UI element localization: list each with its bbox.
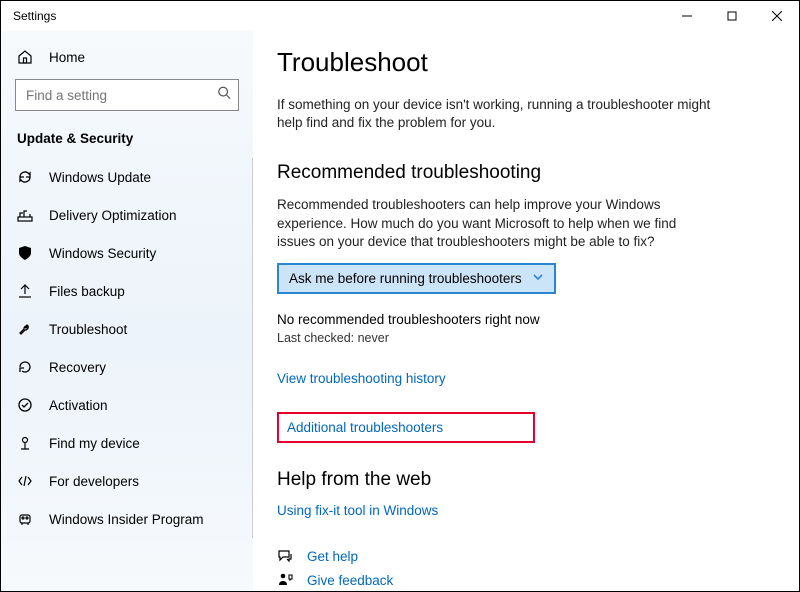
sidebar-item-label: Activation: [49, 398, 108, 413]
home-nav[interactable]: Home: [1, 39, 253, 75]
troubleshoot-preference-dropdown[interactable]: Ask me before running troubleshooters: [277, 263, 556, 294]
check-circle-icon: [17, 397, 35, 413]
backup-icon: [17, 283, 35, 299]
recommended-heading: Recommended troubleshooting: [277, 162, 771, 184]
insider-icon: [17, 511, 35, 527]
sidebar-item-label: Windows Update: [49, 170, 151, 185]
sidebar-item-activation[interactable]: Activation: [1, 386, 252, 424]
developer-icon: [17, 473, 35, 489]
sidebar-item-label: Windows Insider Program: [49, 512, 204, 527]
sidebar-item-label: Files backup: [49, 284, 125, 299]
sidebar-item-label: Find my device: [49, 436, 140, 451]
sidebar-item-label: Delivery Optimization: [49, 208, 177, 223]
sidebar-item-windows-security[interactable]: Windows Security: [1, 234, 252, 272]
sidebar-item-label: Windows Security: [49, 246, 156, 261]
recommended-desc: Recommended troubleshooters can help imp…: [277, 196, 717, 251]
window-controls: [664, 1, 799, 31]
sync-icon: [17, 169, 35, 185]
feedback-icon: [277, 572, 295, 588]
content-pane: Troubleshoot If something on your device…: [253, 31, 799, 591]
sidebar-item-insider-program[interactable]: Windows Insider Program: [1, 500, 252, 538]
additional-troubleshooters-link[interactable]: Additional troubleshooters: [287, 420, 443, 435]
last-checked: Last checked: never: [277, 331, 771, 345]
maximize-button[interactable]: [709, 1, 754, 31]
search-input[interactable]: [15, 79, 239, 111]
chat-icon: [277, 548, 295, 564]
sidebar-item-files-backup[interactable]: Files backup: [1, 272, 252, 310]
sidebar-item-for-developers[interactable]: For developers: [1, 462, 252, 500]
sidebar-item-windows-update[interactable]: Windows Update: [1, 158, 252, 196]
shield-icon: [17, 245, 35, 261]
sidebar-item-label: Recovery: [49, 360, 106, 375]
additional-troubleshooters-highlight: Additional troubleshooters: [277, 412, 535, 443]
dropdown-value: Ask me before running troubleshooters: [289, 271, 522, 286]
page-title: Troubleshoot: [277, 47, 771, 78]
help-heading: Help from the web: [277, 469, 771, 491]
search-icon: [217, 86, 231, 105]
location-icon: [17, 435, 35, 451]
intro-text: If something on your device isn't workin…: [277, 96, 717, 132]
close-button[interactable]: [754, 1, 799, 31]
window-title: Settings: [13, 9, 56, 23]
home-icon: [17, 49, 35, 65]
sidebar-item-label: Troubleshoot: [49, 322, 127, 337]
recommended-status: No recommended troubleshooters right now: [277, 312, 771, 327]
fixit-link[interactable]: Using fix-it tool in Windows: [277, 503, 438, 518]
sidebar-item-recovery[interactable]: Recovery: [1, 348, 252, 386]
sidebar-item-find-my-device[interactable]: Find my device: [1, 424, 252, 462]
recovery-icon: [17, 359, 35, 375]
titlebar: Settings: [1, 1, 799, 31]
sidebar: Home Update & Security Windows Update De…: [1, 31, 253, 591]
chevron-down-icon: [532, 271, 544, 286]
sidebar-item-troubleshoot[interactable]: Troubleshoot: [1, 310, 252, 348]
home-label: Home: [49, 50, 85, 65]
view-history-link[interactable]: View troubleshooting history: [277, 371, 446, 386]
sidebar-item-delivery-optimization[interactable]: Delivery Optimization: [1, 196, 252, 234]
wrench-icon: [17, 321, 35, 337]
get-help-link[interactable]: Get help: [307, 549, 358, 564]
minimize-button[interactable]: [664, 1, 709, 31]
section-header: Update & Security: [1, 121, 253, 158]
give-feedback-link[interactable]: Give feedback: [307, 573, 393, 588]
delivery-icon: [17, 207, 35, 223]
sidebar-item-label: For developers: [49, 474, 139, 489]
